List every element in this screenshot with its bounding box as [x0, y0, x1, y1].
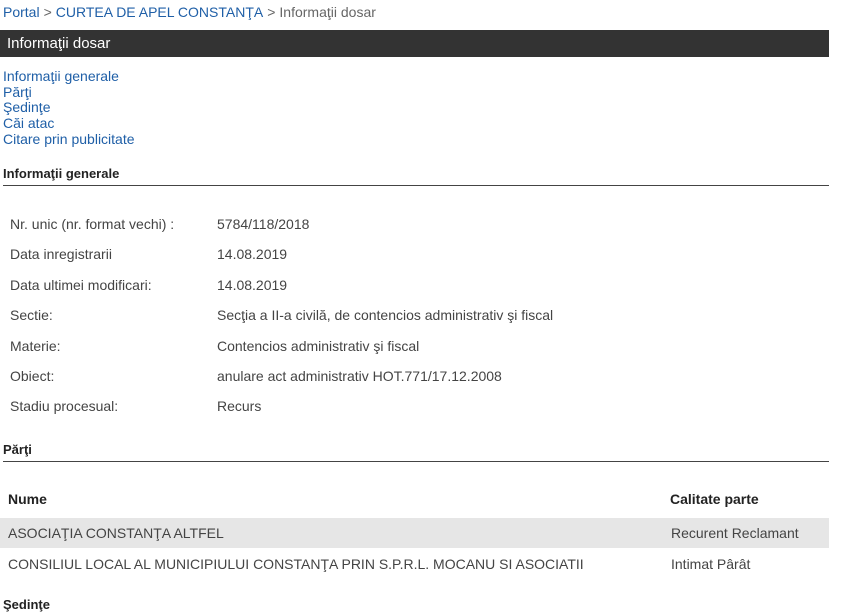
- nav-link-cai-atac[interactable]: Căi atac: [3, 115, 54, 131]
- section-heading-label: Şedinţe: [3, 597, 50, 612]
- table-row: CONSILIUL LOCAL AL MUNICIPIULUI CONSTANŢ…: [0, 549, 829, 579]
- breadcrumb-current: Informaţii dosar: [279, 4, 376, 20]
- breadcrumb-portal-link[interactable]: Portal: [3, 4, 40, 20]
- breadcrumb: Portal > CURTEA DE APEL CONSTANŢA > Informaţ…: [3, 4, 376, 20]
- page-title-bar: Informaţii dosar: [0, 30, 829, 57]
- page-title: Informaţii dosar: [7, 35, 111, 52]
- info-value: Contencios administrativ şi fiscal: [217, 337, 420, 354]
- info-label: Data ultimei modificari:: [10, 276, 152, 293]
- section-nav: Informaţii generale Părţi Şedinţe Căi at…: [3, 68, 135, 148]
- breadcrumb-separator: >: [267, 4, 276, 20]
- info-value: 14.08.2019: [217, 276, 288, 293]
- column-header-calitate: Calitate parte: [670, 491, 759, 507]
- breadcrumb-court-link[interactable]: CURTEA DE APEL CONSTANŢA: [56, 4, 263, 20]
- info-value: 14.08.2019: [217, 246, 288, 263]
- parties-table-header: Nume Calitate parte: [0, 491, 829, 511]
- info-label: Sectie:: [10, 307, 53, 324]
- section-heading-sedinte: Şedinţe: [3, 597, 50, 612]
- info-value: Secţia a II-a civilă, de contencios admi…: [217, 307, 554, 324]
- info-value: Recurs: [217, 398, 262, 415]
- section-heading-informatii-generale: Informaţii generale: [3, 166, 829, 186]
- info-value: 5784/118/2018: [217, 216, 310, 232]
- section-heading-label: Informaţii generale: [3, 166, 120, 181]
- party-role: Intimat Pârât: [671, 556, 751, 572]
- section-heading-label: Părţi: [3, 442, 32, 457]
- info-value: anulare act administrativ HOT.771/17.12.…: [217, 367, 502, 384]
- nav-link-parti[interactable]: Părţi: [3, 84, 32, 100]
- party-name: CONSILIUL LOCAL AL MUNICIPIULUI CONSTANŢ…: [8, 556, 584, 572]
- info-label: Obiect:: [10, 367, 55, 384]
- nav-link-informatii-generale[interactable]: Informaţii generale: [3, 68, 119, 84]
- info-label: Materie:: [10, 337, 61, 354]
- party-name: ASOCIAŢIA CONSTANŢA ALTFEL: [8, 525, 224, 541]
- table-row: ASOCIAŢIA CONSTANŢA ALTFEL Recurent Recl…: [0, 518, 829, 548]
- nav-link-sedinte[interactable]: Şedinţe: [3, 99, 50, 116]
- nav-link-citare[interactable]: Citare prin publicitate: [3, 131, 135, 147]
- breadcrumb-separator: >: [43, 4, 52, 20]
- info-label: Data inregistrarii: [10, 246, 112, 263]
- column-header-nume: Nume: [8, 491, 47, 507]
- party-role: Recurent Reclamant: [671, 525, 799, 541]
- info-label: Stadiu procesual:: [10, 398, 119, 415]
- section-heading-parti: Părţi: [3, 442, 829, 462]
- info-label: Nr. unic (nr. format vechi) :: [10, 216, 175, 232]
